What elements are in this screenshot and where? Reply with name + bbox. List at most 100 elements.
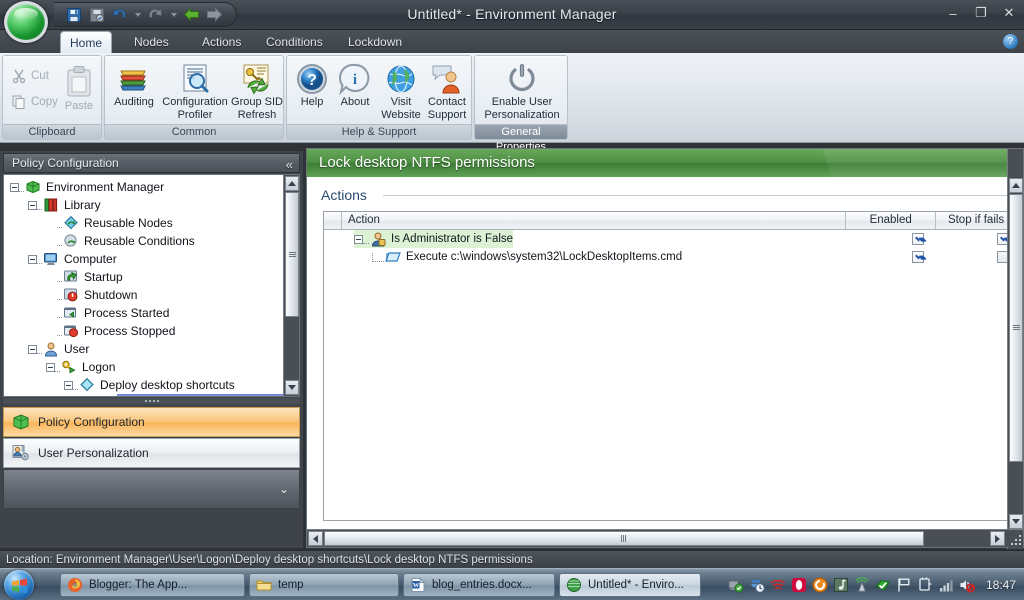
green-check-icon[interactable]	[875, 577, 891, 593]
save-icon[interactable]	[64, 5, 83, 24]
taskbar-button-blog-entries[interactable]: W blog_entries.docx...	[403, 573, 555, 597]
tree-item-user[interactable]: User	[4, 340, 284, 358]
row-enabled-checkbox[interactable]	[873, 248, 963, 266]
tree-item-computer[interactable]: Computer	[4, 250, 284, 268]
undo-icon[interactable]	[110, 5, 129, 24]
flag-icon[interactable]	[896, 577, 912, 593]
copy-button: Copy	[11, 94, 58, 110]
sidebar-item-user-personalization[interactable]: User Personalization	[3, 438, 300, 468]
forward-icon[interactable]	[205, 5, 224, 24]
enable-user-personalization-button[interactable]: Enable User Personalization	[478, 62, 566, 121]
tree-expander-icon[interactable]	[28, 254, 37, 264]
help-button[interactable]: ? Help	[291, 62, 333, 109]
network-ok-icon[interactable]	[728, 577, 744, 593]
tree-item-shutdown[interactable]: Shutdown	[4, 286, 284, 304]
application-menu-orb[interactable]	[4, 1, 48, 43]
tree-expander-icon[interactable]	[28, 344, 37, 354]
tab-nodes[interactable]: Nodes	[120, 31, 183, 53]
tree-item-label: Reusable Nodes	[84, 216, 173, 230]
tree-item-environment-manager[interactable]: Environment Manager	[4, 178, 284, 196]
chevron-double-left-icon[interactable]: «	[286, 155, 293, 174]
window-resize-grip[interactable]	[1009, 533, 1021, 545]
row-expander-icon[interactable]	[354, 234, 363, 244]
scroll-right-button[interactable]	[990, 531, 1005, 546]
tree-scroll-up-button[interactable]	[285, 176, 299, 191]
column-header-enabled[interactable]: Enabled	[846, 212, 937, 229]
taskbar-button-temp[interactable]: temp	[249, 573, 399, 597]
taskbar-button-environment-manager[interactable]: Untitled* - Enviro...	[559, 573, 701, 597]
tree-expander-icon[interactable]	[10, 182, 19, 192]
tab-home[interactable]: Home	[60, 31, 112, 53]
media-player-icon[interactable]	[833, 577, 849, 593]
tree-expander-icon[interactable]	[28, 200, 37, 210]
column-header-select[interactable]	[324, 212, 342, 229]
opera-icon[interactable]	[791, 577, 807, 593]
sidebar-splitter[interactable]	[3, 398, 300, 404]
main-horizontal-scrollbar[interactable]	[307, 529, 1023, 547]
main-scroll-up-button[interactable]	[1009, 178, 1023, 193]
maximize-button[interactable]: ❐	[972, 4, 990, 22]
tree-item-logon[interactable]: Logon	[4, 358, 284, 376]
wifi-signal-icon[interactable]	[770, 577, 786, 593]
tree-item-process-stopped[interactable]: Process Stopped	[4, 322, 284, 340]
horizontal-scroll-thumb[interactable]	[324, 531, 924, 546]
main-scroll-down-button[interactable]	[1009, 514, 1023, 529]
tree-item-reusable-conditions[interactable]: Reusable Conditions	[4, 232, 284, 250]
sidebar-item-policy-configuration[interactable]: Policy Configuration	[3, 407, 300, 437]
windows-start-icon[interactable]	[4, 570, 34, 600]
actions-grid[interactable]: Action Enabled Stop if fails Is Administ…	[323, 211, 1017, 521]
wireless-broadcast-icon[interactable]	[854, 577, 870, 593]
redo-icon[interactable]	[146, 5, 165, 24]
signal-bars-icon[interactable]	[938, 577, 954, 593]
policy-tree[interactable]: Environment Manager Library Reusable Nodes…	[3, 174, 300, 397]
tree-item-library[interactable]: Library	[4, 196, 284, 214]
table-row[interactable]: Execute c:\windows\system32\LockDesktopI…	[324, 248, 1016, 266]
tab-lockdown[interactable]: Lockdown	[334, 31, 416, 53]
taskbar-clock[interactable]: 18:47	[986, 578, 1016, 592]
about-button[interactable]: i About	[333, 62, 377, 109]
tree-expander-icon[interactable]	[46, 362, 55, 372]
tree-connector	[363, 235, 369, 244]
visit-website-button[interactable]: Visit Website	[379, 62, 423, 121]
sidebar-overflow-area[interactable]: ⌄	[3, 469, 300, 509]
sidebar-item-user-personalization-label: User Personalization	[38, 446, 149, 460]
undo-dropdown-icon[interactable]	[133, 5, 142, 24]
reusable-node-icon	[63, 215, 79, 231]
table-row[interactable]: Is Administrator is False	[324, 230, 1016, 248]
column-header-action[interactable]: Action	[342, 212, 847, 229]
help-circle-icon[interactable]: ?	[1003, 34, 1018, 49]
main-scroll-thumb[interactable]	[1009, 194, 1023, 462]
tree-item-reusable-nodes[interactable]: Reusable Nodes	[4, 214, 284, 232]
tree-item-deploy-desktop-shortcuts[interactable]: Deploy desktop shortcuts	[4, 376, 284, 394]
save-as-icon[interactable]	[87, 5, 106, 24]
chevron-down-icon[interactable]: ⌄	[279, 482, 289, 496]
group-sid-refresh-button[interactable]: Group SID Refresh	[231, 62, 283, 121]
redo-dropdown-icon[interactable]	[169, 5, 178, 24]
tab-conditions[interactable]: Conditions	[252, 31, 337, 53]
contact-support-button[interactable]: Contact Support	[423, 62, 471, 121]
volume-muted-icon[interactable]	[959, 577, 975, 593]
auditing-button[interactable]: Auditing	[109, 62, 159, 109]
row-enabled-checkbox[interactable]	[873, 230, 963, 248]
tree-item-process-started[interactable]: Process Started	[4, 304, 284, 322]
tree-scroll-thumb[interactable]	[285, 192, 299, 317]
tree-item-lock-desktop-ntfs-permissions[interactable]: Lock desktop NTFS permissions	[4, 394, 296, 396]
scroll-left-button[interactable]	[308, 531, 323, 546]
taskbar-button-blogger[interactable]: Blogger: The App...	[60, 573, 245, 597]
main-vertical-scrollbar[interactable]	[1007, 149, 1023, 549]
back-icon[interactable]	[182, 5, 201, 24]
tree-scroll-down-button[interactable]	[285, 380, 299, 395]
tree-vertical-scrollbar[interactable]	[283, 175, 299, 396]
plug-icon[interactable]	[917, 577, 933, 593]
tab-actions[interactable]: Actions	[188, 31, 255, 53]
tree-expander-icon[interactable]	[64, 380, 73, 390]
column-header-stop-if-fails[interactable]: Stop if fails	[936, 212, 1016, 229]
tree-item-startup[interactable]: Startup	[4, 268, 284, 286]
update-icon[interactable]	[812, 577, 828, 593]
section-title-actions: Actions	[321, 187, 367, 203]
configuration-profiler-button[interactable]: Configuration Profiler	[159, 62, 231, 121]
minimize-button[interactable]: –	[944, 4, 962, 22]
sync-history-icon[interactable]	[749, 577, 765, 593]
close-button[interactable]: ✕	[1000, 4, 1018, 22]
